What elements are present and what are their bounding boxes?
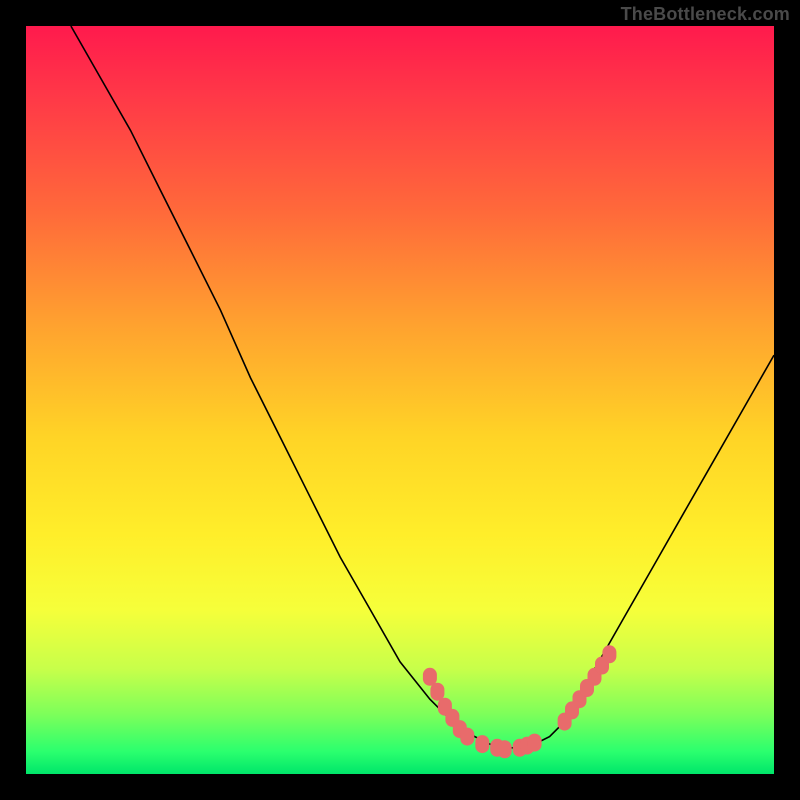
watermark-label: TheBottleneck.com xyxy=(621,4,790,25)
data-marker xyxy=(528,734,542,752)
plot-area xyxy=(26,26,774,774)
data-marker xyxy=(460,728,474,746)
chart-frame: TheBottleneck.com xyxy=(0,0,800,800)
data-marker xyxy=(423,668,437,686)
bottleneck-curve xyxy=(71,26,774,748)
data-marker xyxy=(475,735,489,753)
data-marker xyxy=(602,645,616,663)
data-marker xyxy=(498,740,512,758)
data-markers xyxy=(423,645,617,758)
chart-svg xyxy=(26,26,774,774)
data-marker xyxy=(430,683,444,701)
